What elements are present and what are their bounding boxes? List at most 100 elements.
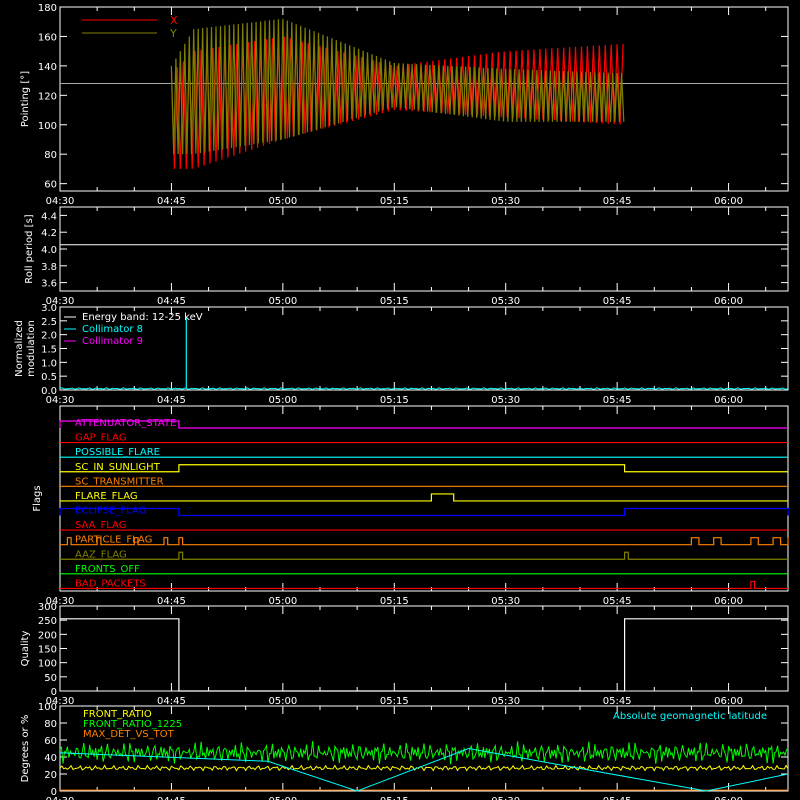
flag-line bbox=[59, 507, 789, 517]
legend-label: Collimator 9 bbox=[82, 336, 143, 347]
time-tick-label: 06:00 bbox=[714, 796, 743, 800]
y-axis-label: Normalized bbox=[14, 320, 25, 377]
time-tick-label: 06:00 bbox=[714, 696, 743, 707]
panel-frame bbox=[59, 206, 789, 292]
y-tick-label: 4.2 bbox=[41, 228, 57, 239]
y-tick-label: 3.8 bbox=[41, 262, 57, 273]
y-tick-label: 300 bbox=[38, 602, 57, 613]
legend-label: Absolute geomagnetic latitude bbox=[613, 711, 767, 722]
time-tick-label: 06:00 bbox=[714, 395, 743, 406]
legend-label: Y bbox=[169, 27, 177, 40]
time-tick-label: 05:30 bbox=[491, 696, 520, 707]
time-tick-label: 06:00 bbox=[714, 296, 743, 307]
y-tick-label: 200 bbox=[38, 630, 57, 641]
y-tick-label: 100 bbox=[38, 121, 57, 132]
time-tick-label: 05:00 bbox=[268, 395, 297, 406]
y-tick-label: 0.5 bbox=[41, 372, 57, 383]
front-ratio-line bbox=[59, 764, 789, 772]
flag-label: POSSIBLE_FLARE bbox=[75, 447, 160, 458]
flag-label: SC_TRANSMITTER bbox=[75, 476, 164, 487]
time-tick-label: 06:00 bbox=[714, 596, 743, 607]
time-tick-label: 05:45 bbox=[603, 196, 632, 207]
time-tick-label: 05:30 bbox=[491, 296, 520, 307]
time-tick-label: 05:15 bbox=[380, 395, 409, 406]
flag-label: GAP_FLAG bbox=[75, 433, 127, 444]
time-tick-label: 05:30 bbox=[491, 596, 520, 607]
y-tick-label: 80 bbox=[44, 719, 57, 730]
time-tick-label: 04:45 bbox=[157, 596, 186, 607]
time-tick-label: 05:45 bbox=[603, 696, 632, 707]
time-tick-label: 05:15 bbox=[380, 696, 409, 707]
y-tick-label: 2.5 bbox=[41, 317, 57, 328]
quality-line bbox=[60, 618, 788, 692]
time-tick-label: 05:15 bbox=[380, 596, 409, 607]
time-tick-label: 04:45 bbox=[157, 196, 186, 207]
time-tick-label: 04:45 bbox=[157, 296, 186, 307]
time-tick-label: 05:30 bbox=[491, 196, 520, 207]
y-tick-label: 50 bbox=[44, 673, 57, 684]
flag-label: FLARE_FLAG bbox=[75, 491, 138, 502]
y-tick-label: 1.5 bbox=[41, 345, 57, 356]
legend-label: Collimator 8 bbox=[82, 324, 143, 335]
y-tick-label: 250 bbox=[38, 616, 57, 627]
flag-label: ECLIPSE_FLAG bbox=[75, 506, 146, 517]
flag-line bbox=[60, 551, 788, 560]
y-tick-label: 100 bbox=[38, 702, 57, 713]
y-tick-label: 1.0 bbox=[41, 358, 57, 369]
time-tick-label: 05:00 bbox=[268, 196, 297, 207]
y-tick-label: 150 bbox=[38, 645, 57, 656]
collimator-8-line bbox=[59, 387, 789, 390]
time-tick-label: 05:00 bbox=[268, 296, 297, 307]
flag-line bbox=[60, 493, 788, 502]
time-tick-label: 04:30 bbox=[46, 196, 75, 207]
y-tick-label: 60 bbox=[44, 736, 57, 747]
y-tick-label: 100 bbox=[38, 659, 57, 670]
chart-figure: 04:30 04:45 05:00 05:15 05:30 05:45 06:0004:30… bbox=[14, 3, 789, 800]
time-tick-label: 05:30 bbox=[491, 395, 520, 406]
time-tick-label: 05:15 bbox=[380, 796, 409, 800]
panel-frame bbox=[59, 405, 789, 592]
flag-line bbox=[60, 537, 789, 546]
legend-label: MAX_DET_VS_TOT bbox=[83, 729, 175, 740]
y-axis-label: Roll period [s] bbox=[24, 214, 35, 283]
time-tick-label: 04:45 bbox=[157, 395, 186, 406]
flag-label: FRONTS_OFF bbox=[75, 564, 140, 575]
time-tick-label: 06:00 bbox=[714, 196, 743, 207]
y-tick-label: 2.0 bbox=[41, 331, 57, 342]
flag-line bbox=[60, 580, 788, 590]
time-tick-label: 05:15 bbox=[380, 296, 409, 307]
y-axis-label: Quality bbox=[20, 631, 31, 667]
y-tick-label: 60 bbox=[44, 180, 57, 191]
legend-label: X bbox=[170, 14, 178, 27]
flag-label: BAD_PACKETS bbox=[75, 578, 146, 589]
y-axis-label: Flags bbox=[32, 485, 43, 511]
y-tick-label: 4.0 bbox=[41, 245, 57, 256]
time-tick-label: 05:45 bbox=[603, 296, 632, 307]
y-tick-label: 40 bbox=[44, 753, 57, 764]
time-tick-label: 05:30 bbox=[491, 796, 520, 800]
y-tick-label: 20 bbox=[44, 770, 57, 781]
flag-label: SC_IN_SUNLIGHT bbox=[75, 462, 161, 473]
y-tick-label: 3.0 bbox=[41, 303, 57, 314]
y-tick-label: 80 bbox=[44, 150, 57, 161]
y-tick-label: 0 bbox=[51, 787, 57, 798]
flag-label: ATTENUATOR_STATE bbox=[75, 418, 176, 429]
time-tick-label: 05:45 bbox=[603, 596, 632, 607]
y-tick-label: 3.6 bbox=[41, 279, 57, 290]
time-tick-label: 05:45 bbox=[603, 796, 632, 800]
flag-label: AAZ_FLAG bbox=[75, 549, 127, 560]
time-tick-label: 05:45 bbox=[603, 395, 632, 406]
y-tick-label: 140 bbox=[38, 62, 57, 73]
y-tick-label: 120 bbox=[38, 91, 57, 102]
time-tick-label: 05:00 bbox=[268, 796, 297, 800]
time-tick-label: 05:15 bbox=[380, 196, 409, 207]
y-tick-label: 160 bbox=[38, 32, 57, 43]
front-ratio-1225-line bbox=[59, 741, 789, 765]
y-axis-label: Degrees or % bbox=[20, 715, 31, 783]
y-tick-label: 0 bbox=[51, 687, 57, 698]
time-tick-label: 05:00 bbox=[268, 696, 297, 707]
flag-label: PARTICLE_FLAG bbox=[75, 535, 152, 546]
y-axis-label: modulation bbox=[26, 320, 37, 377]
time-tick-label: 04:45 bbox=[157, 696, 186, 707]
time-tick-label: 04:45 bbox=[157, 796, 186, 800]
